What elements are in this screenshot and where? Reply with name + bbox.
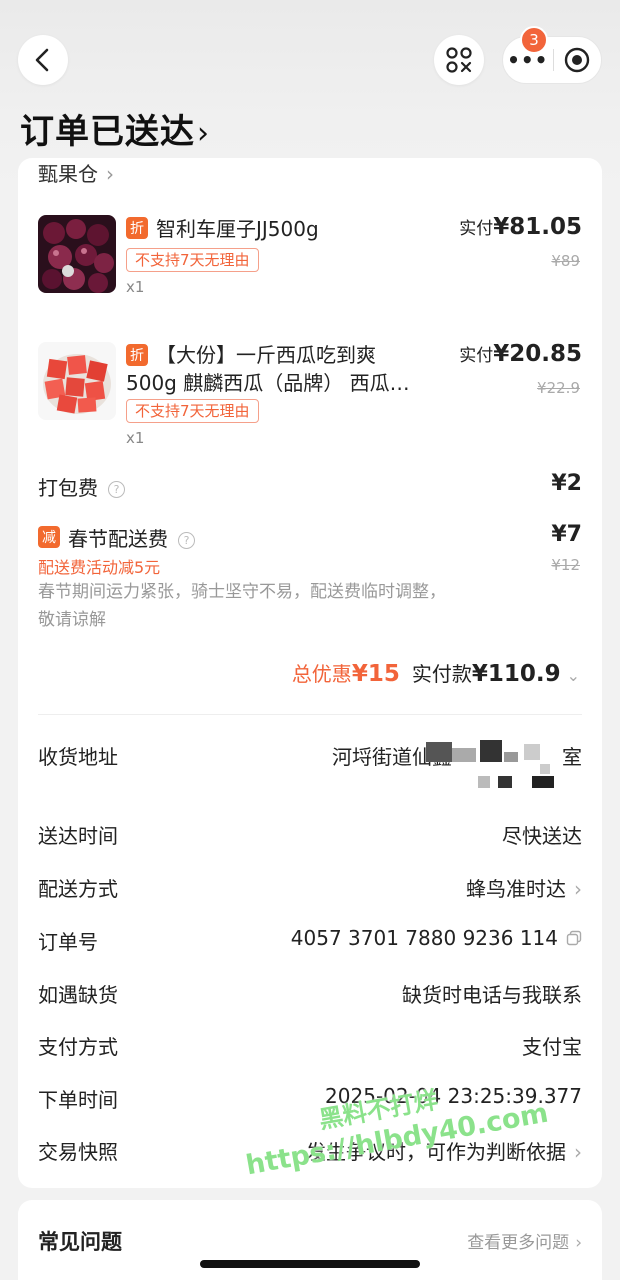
delivery-discount-note: 配送费活动减5元: [38, 558, 161, 577]
redaction-mosaic: [504, 752, 518, 762]
scan-icon: [446, 47, 472, 73]
delivery-fee-row: 春节配送费?: [68, 523, 195, 552]
copy-icon[interactable]: [566, 930, 582, 946]
chevron-right-icon: ›: [574, 877, 582, 901]
redaction-mosaic: [524, 744, 540, 760]
packing-fee-row: 打包费?: [38, 472, 125, 501]
redaction-mosaic: [452, 748, 476, 762]
faq-title: 常见问题: [38, 1230, 122, 1254]
discount-tag: 折: [126, 217, 148, 239]
divider: [38, 714, 582, 715]
faq-more-label: 查看更多问题: [467, 1233, 570, 1253]
product-quantity: x1: [126, 429, 145, 447]
discount-amount: ¥15: [351, 661, 400, 687]
redaction-mosaic: [426, 742, 452, 762]
original-price: ¥22.9: [537, 379, 580, 397]
original-price: ¥89: [551, 252, 580, 270]
product-paid-price: 实付¥81.05: [459, 214, 582, 240]
product-image-cherry[interactable]: [38, 215, 116, 293]
paid-amount: ¥20.85: [493, 341, 582, 367]
scan-button[interactable]: [434, 35, 484, 85]
address-label: 收货地址: [38, 745, 118, 769]
redaction-mosaic: [478, 776, 490, 788]
product-image-watermelon[interactable]: [38, 342, 116, 420]
delivery-fee-explanation: 春节期间运力紧张，骑士坚守不易，配送费临时调整，敬请谅解: [38, 582, 446, 630]
stockout-label: 如遇缺货: [38, 983, 118, 1007]
back-button[interactable]: [18, 35, 68, 85]
redaction-mosaic: [540, 764, 550, 774]
snapshot-label: 交易快照: [38, 1140, 118, 1164]
discount-tag: 折: [126, 344, 148, 366]
paid-label: 实付: [459, 346, 494, 366]
order-status-text: 订单已送达: [20, 112, 195, 152]
packing-fee-label: 打包费: [38, 476, 98, 500]
order-time-label: 下单时间: [38, 1088, 118, 1112]
chevron-right-icon: ›: [575, 1233, 582, 1253]
paid-label: 实付: [459, 219, 494, 239]
delivery-fee-label: 春节配送费: [68, 527, 168, 551]
product-name[interactable]: 智利车厘子JJ500g: [156, 214, 319, 244]
pay-label: 实付款: [411, 662, 472, 686]
address-suffix: 室: [562, 745, 582, 769]
chevron-right-icon: ›: [197, 116, 210, 151]
chevron-right-icon: ›: [574, 1140, 582, 1164]
delivery-fee-amount: ¥7: [551, 522, 582, 547]
discount-label: 总优惠: [291, 662, 352, 686]
delivery-fee-original: ¥12: [551, 556, 580, 574]
product-quantity: x1: [126, 278, 145, 296]
store-name-link[interactable]: 甄果仓 ›: [38, 158, 114, 187]
redaction-mosaic: [498, 776, 512, 788]
order-total-summary[interactable]: 总优惠¥15 实付款¥110.9 ⌄: [292, 658, 580, 687]
delivery-method-label: 配送方式: [38, 877, 118, 901]
pay-amount: ¥110.9: [471, 661, 561, 687]
chevron-left-icon: [35, 48, 49, 72]
total-discount: 总优惠¥15: [291, 661, 400, 687]
product-name-line2[interactable]: 500g 麒麟西瓜（品牌） 西瓜…: [126, 368, 410, 398]
stockout-value: 缺货时电话与我联系: [402, 983, 582, 1007]
product-name-line1[interactable]: 【大份】一斤西瓜吃到爽: [156, 340, 376, 370]
page-title[interactable]: 订单已送达›: [20, 104, 210, 153]
delivery-method-link[interactable]: 蜂鸟准时达 ›: [466, 873, 582, 902]
order-number-value: 4057 3701 7880 9236 114: [290, 926, 558, 950]
mini-program-capsule: •••: [502, 36, 602, 84]
top-nav: ••• 3: [0, 0, 620, 100]
store-name: 甄果仓: [38, 162, 98, 186]
cherry-image: [38, 215, 116, 293]
home-indicator[interactable]: [200, 1260, 420, 1268]
faq-more-link[interactable]: 查看更多问题 ›: [467, 1228, 582, 1253]
payment-method-label: 支付方式: [38, 1035, 118, 1059]
target-icon: [565, 47, 590, 73]
chevron-right-icon: ›: [106, 162, 114, 186]
close-miniprogram-button[interactable]: [553, 46, 601, 74]
product-paid-price: 实付¥20.85: [459, 341, 582, 367]
delivery-time-value: 尽快送达: [502, 824, 582, 848]
payment-method-value: 支付宝: [522, 1035, 582, 1059]
delivery-time-label: 送达时间: [38, 824, 118, 848]
order-number-label: 订单号: [38, 930, 98, 954]
redaction-mosaic: [532, 776, 554, 788]
chevron-down-icon: ⌄: [566, 666, 580, 685]
help-icon[interactable]: ?: [108, 481, 125, 498]
no-return-tag: 不支持7天无理由: [126, 248, 259, 272]
help-icon[interactable]: ?: [178, 532, 195, 549]
packing-fee-amount: ¥2: [551, 471, 582, 496]
notification-badge: 3: [520, 26, 548, 54]
watermelon-image: [38, 342, 116, 420]
paid-amount: ¥81.05: [493, 214, 582, 240]
redaction-mosaic: [480, 740, 502, 762]
reduction-tag: 减: [38, 526, 60, 548]
delivery-method-value: 蜂鸟准时达: [466, 877, 566, 901]
no-return-tag: 不支持7天无理由: [126, 399, 259, 423]
order-number-row: 4057 3701 7880 9236 114: [291, 926, 582, 950]
